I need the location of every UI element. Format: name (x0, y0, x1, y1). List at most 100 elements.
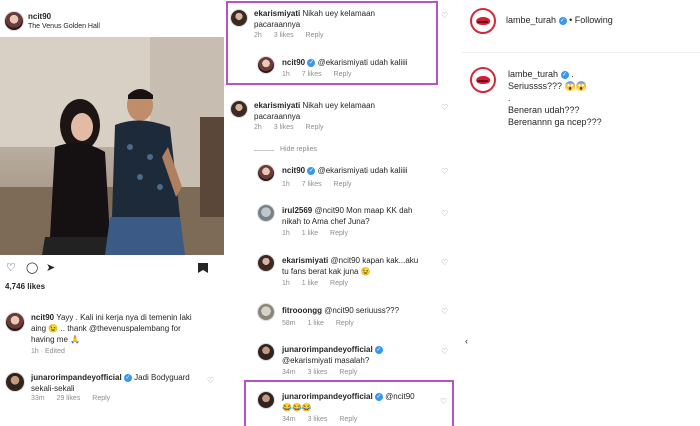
lips-logo (476, 17, 490, 25)
comment-time: 2h (254, 32, 262, 39)
post-photo[interactable] (0, 37, 224, 255)
reply-meta: 1h 7 likes Reply (282, 71, 361, 78)
reply-like-icon[interactable]: ♡ (441, 168, 449, 176)
reply-like-icon[interactable]: ♡ (441, 210, 449, 218)
reply-likes[interactable]: 1 like (308, 320, 324, 327)
reply: junarorimpandeyofficial ✓ @ncit90 😂😂😂 (282, 391, 442, 413)
hide-replies-button[interactable]: Hide replies (280, 146, 317, 153)
header-user: lambe_turah ✓ • Following (506, 15, 613, 25)
reply-text: @ncit90 kapan kak...aku (330, 256, 419, 265)
reply-username[interactable]: ncit90 (282, 166, 305, 175)
comment-like-icon[interactable]: ♡ (207, 377, 215, 385)
reply-likes[interactable]: 1 like (302, 280, 318, 287)
reply-meta: 34m 3 likes Reply (282, 416, 367, 423)
avatar[interactable] (257, 204, 275, 222)
reply-username[interactable]: ncit90 (282, 58, 305, 67)
reply-likes[interactable]: 3 likes (308, 416, 328, 423)
reply-likes[interactable]: 3 likes (308, 369, 328, 376)
lambe-panel: lambe_turah ✓ • Following lambe_turah ✓ … (462, 0, 700, 426)
reply-button[interactable]: Reply (92, 395, 110, 402)
comment-username[interactable]: ekarismiyati (254, 101, 300, 110)
chevron-left-icon[interactable]: ‹ (465, 337, 473, 346)
avatar[interactable] (257, 254, 275, 272)
comment-meta: 2h 3 likes Reply (254, 124, 333, 131)
like-icon[interactable]: ♡ (6, 263, 16, 274)
comment-likes[interactable]: 29 likes (57, 395, 81, 402)
avatar[interactable] (257, 343, 275, 361)
comment-username[interactable]: junarorimpandeyofficial (31, 373, 122, 382)
verified-icon: ✓ (374, 392, 383, 401)
avatar[interactable] (5, 312, 25, 332)
reply-like-icon[interactable]: ♡ (441, 308, 449, 316)
reply-button[interactable]: Reply (336, 320, 354, 327)
reply-like-icon[interactable]: ♡ (440, 398, 448, 406)
reply-username[interactable]: junarorimpandeyofficial (282, 392, 373, 401)
comment-like-icon[interactable]: ♡ (441, 12, 449, 20)
reply: fitrooongg @ncit90 seriuuss??? (282, 305, 442, 316)
post-location[interactable]: The Venus Golden Hall (28, 21, 100, 32)
reply-meta: 1h 1 like Reply (282, 230, 358, 237)
comments-panel: ekarismiyati Nikah uey kelamaan pacaraan… (226, 0, 454, 426)
share-icon[interactable]: ➤ (46, 263, 55, 274)
avatar[interactable] (4, 11, 24, 31)
post-username[interactable]: lambe_turah (508, 69, 558, 79)
reply-like-icon[interactable]: ♡ (441, 348, 449, 356)
comment-time: 2h (254, 124, 262, 131)
comment-text: pacaraannya (254, 20, 301, 29)
reply-text: @ncit90 seriuuss??? (324, 306, 400, 315)
comment-likes[interactable]: 3 likes (274, 124, 294, 131)
reply-button[interactable]: Reply (330, 280, 348, 287)
avatar[interactable] (470, 8, 496, 34)
reply: ncit90 ✓ @ekarismiyati udah kaliiii (282, 165, 442, 176)
reply-username[interactable]: junarorimpandeyofficial (282, 345, 373, 354)
comment-text-2: sekali-sekali (31, 384, 75, 393)
divider (254, 150, 274, 151)
reply-username[interactable]: ekarismiyati (282, 256, 328, 265)
reply-like-icon[interactable]: ♡ (441, 259, 449, 267)
reply-button[interactable]: Reply (339, 369, 357, 376)
avatar[interactable] (257, 303, 275, 321)
reply-username[interactable]: irul2569 (282, 206, 312, 215)
reply-button[interactable]: Reply (339, 416, 357, 423)
reply-likes[interactable]: 7 likes (302, 181, 322, 188)
reply-time: 1h (282, 230, 290, 237)
avatar[interactable] (230, 9, 248, 27)
likes-count[interactable]: 4,746 likes (5, 281, 45, 292)
caption-text-1: Yayy . Kali ini kerja nya di temenin lak… (56, 313, 192, 322)
reply-username[interactable]: fitrooongg (282, 306, 322, 315)
following-button[interactable]: Following (575, 15, 613, 25)
reply-button[interactable]: Reply (306, 124, 324, 131)
reply-button[interactable]: Reply (334, 71, 352, 78)
comment-like-icon[interactable]: ♡ (441, 104, 449, 112)
reply-time: 1h (282, 181, 290, 188)
avatar[interactable] (5, 372, 25, 392)
avatar[interactable] (470, 67, 496, 93)
reply-text: nikah to Ama chef Juna? (282, 217, 370, 226)
header-username[interactable]: lambe_turah (506, 15, 556, 25)
comment-likes[interactable]: 3 likes (274, 32, 294, 39)
reply-button[interactable]: Reply (306, 32, 324, 39)
comment-icon[interactable]: ◯ (26, 263, 38, 274)
avatar[interactable] (230, 100, 248, 118)
avatar[interactable] (257, 164, 275, 182)
post-panel: ncit90 The Venus Golden Hall ♡ ◯ ➤ 4,746… (0, 0, 224, 426)
avatar[interactable] (257, 391, 275, 409)
comment-text: Nikah uey kelamaan (302, 101, 375, 110)
reply-likes[interactable]: 1 like (302, 230, 318, 237)
reply-button[interactable]: Reply (330, 230, 348, 237)
comment-top: ekarismiyati Nikah uey kelamaan pacaraan… (254, 8, 434, 30)
avatar[interactable] (257, 56, 275, 74)
photo-illustration (0, 37, 224, 255)
reply-button[interactable]: Reply (334, 181, 352, 188)
reply-likes[interactable]: 7 likes (302, 71, 322, 78)
caption-text-3: having me 🙏 (31, 335, 81, 344)
comment-username[interactable]: ekarismiyati (254, 9, 300, 18)
reply: irul2569 @ncit90 Mon maap KK dah nikah t… (282, 205, 442, 227)
caption: ncit90 Yayy . Kali ini kerja nya di teme… (31, 312, 221, 345)
reply-time: 34m (282, 369, 296, 376)
reply-time: 1h (282, 280, 290, 287)
bookmark-icon[interactable] (198, 263, 208, 273)
caption-username[interactable]: ncit90 (31, 313, 54, 322)
caption-line: Berenannn ga ncep??? (508, 117, 602, 127)
comment-text-1: Jadi Bodyguard (134, 373, 190, 382)
